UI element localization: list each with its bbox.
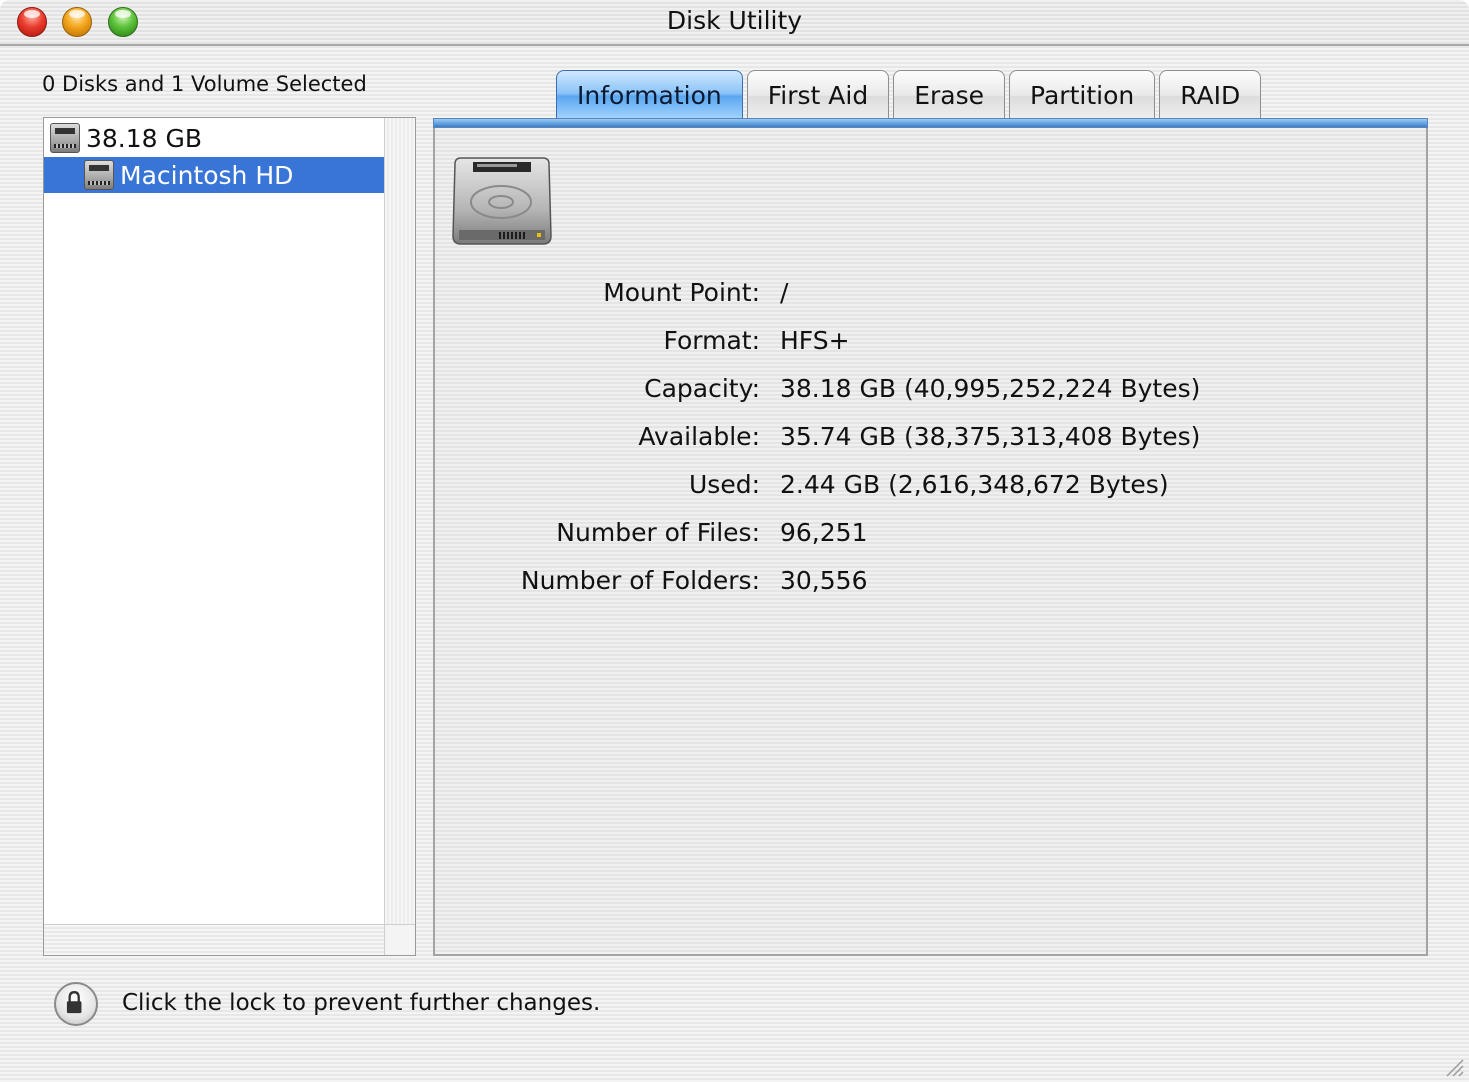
info-row-available: Available: 35.74 GB (38,375,313,408 Byte… xyxy=(435,412,1425,460)
tab-strip xyxy=(433,118,1428,128)
vertical-scrollbar[interactable] xyxy=(384,118,415,924)
tab-partition[interactable]: Partition xyxy=(1009,70,1156,120)
lock-button[interactable] xyxy=(54,982,98,1026)
list-item-disk[interactable]: 38.18 GB xyxy=(44,120,384,156)
list-item-volume[interactable]: Macintosh HD xyxy=(44,157,384,193)
information-panel: Mount Point: / Format: HFS+ Capacity: 38… xyxy=(433,128,1428,956)
info-row-used: Used: 2.44 GB (2,616,348,672 Bytes) xyxy=(435,460,1425,508)
title-bar[interactable]: Disk Utility xyxy=(0,0,1469,46)
info-value: 35.74 GB (38,375,313,408 Bytes) xyxy=(780,421,1201,451)
info-value: 2.44 GB (2,616,348,672 Bytes) xyxy=(780,469,1169,499)
info-value: 96,251 xyxy=(780,517,868,547)
info-label: Number of Folders: xyxy=(520,565,760,595)
hard-drive-icon xyxy=(452,157,552,245)
lock-status-text: Click the lock to prevent further change… xyxy=(122,990,601,1016)
resize-grip-icon[interactable] xyxy=(1443,1056,1465,1078)
disk-utility-window: Disk Utility 0 Disks and 1 Volume Select… xyxy=(0,0,1469,1082)
window-title: Disk Utility xyxy=(666,6,803,35)
info-row-number-of-folders: Number of Folders: 30,556 xyxy=(435,556,1425,604)
info-rows: Mount Point: / Format: HFS+ Capacity: 38… xyxy=(435,268,1425,604)
info-label: Format: xyxy=(663,325,760,355)
info-value: / xyxy=(780,277,789,307)
selection-summary: 0 Disks and 1 Volume Selected xyxy=(42,72,367,96)
info-row-number-of-files: Number of Files: 96,251 xyxy=(435,508,1425,556)
list-item-label: 38.18 GB xyxy=(86,123,203,153)
info-label: Available: xyxy=(638,421,760,451)
lock-icon xyxy=(66,991,82,1014)
volume-list[interactable]: 38.18 GB Macintosh HD xyxy=(43,117,416,956)
info-row-format: Format: HFS+ xyxy=(435,316,1425,364)
tab-first-aid[interactable]: First Aid xyxy=(746,70,890,120)
info-value: HFS+ xyxy=(780,325,850,355)
info-row-capacity: Capacity: 38.18 GB (40,995,252,224 Bytes… xyxy=(435,364,1425,412)
scroll-corner xyxy=(384,924,415,955)
volume-icon xyxy=(84,160,114,190)
tab-raid[interactable]: RAID xyxy=(1159,70,1262,120)
tab-erase[interactable]: Erase xyxy=(893,70,1006,120)
info-label: Used: xyxy=(689,469,760,499)
info-row-mount-point: Mount Point: / xyxy=(435,268,1425,316)
list-item-label: Macintosh HD xyxy=(120,160,294,190)
hard-disk-icon xyxy=(50,123,80,153)
tab-bar: Information First Aid Erase Partition RA… xyxy=(556,70,1265,122)
info-label: Capacity: xyxy=(644,373,760,403)
tab-information[interactable]: Information xyxy=(556,70,743,120)
info-label: Mount Point: xyxy=(603,277,760,307)
info-label: Number of Files: xyxy=(556,517,760,547)
info-value: 38.18 GB (40,995,252,224 Bytes) xyxy=(780,373,1201,403)
info-value: 30,556 xyxy=(780,565,868,595)
horizontal-scrollbar[interactable] xyxy=(44,924,385,955)
